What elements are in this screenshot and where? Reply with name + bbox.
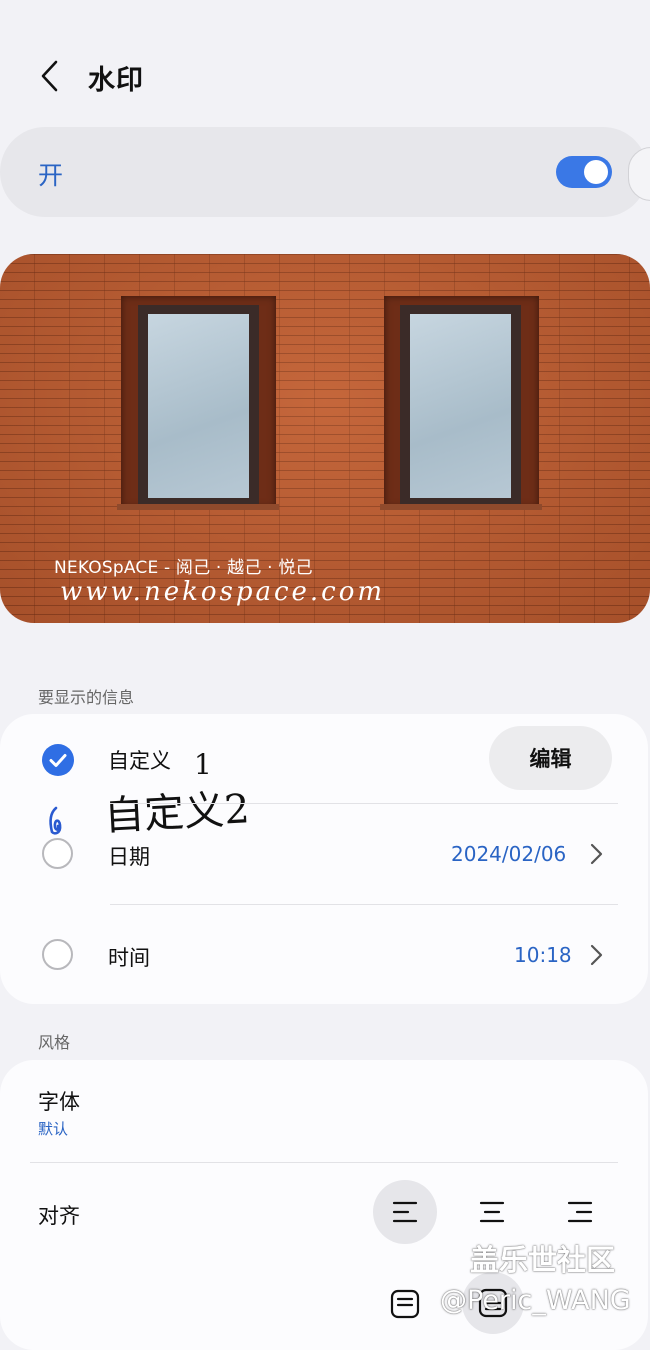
time-radio[interactable] [42,939,73,970]
align-label: 对齐 [38,1204,80,1228]
custom-label: 自定义 [108,749,171,773]
row-divider [30,1162,618,1163]
date-value[interactable]: 2024/02/06 [451,842,566,866]
align-left-button[interactable] [373,1180,437,1244]
right-window-glass [410,314,511,498]
author-watermark: @Peric_WANG [440,1285,631,1316]
switch-knob [584,160,608,184]
time-chevron-right-icon[interactable] [586,943,606,967]
pen-stroke-icon [46,806,66,840]
left-window-glass [148,314,249,498]
align-center-icon [479,1201,505,1223]
info-section-title: 要显示的信息 [38,688,135,707]
time-label: 时间 [108,946,150,970]
font-value: 默认 [38,1120,69,1138]
align-right-button[interactable] [548,1180,612,1244]
left-window-sill [117,504,279,510]
position-top-icon [390,1289,420,1319]
toggle-label: 开 [38,161,64,190]
edit-button[interactable]: 编辑 [489,726,612,790]
page-title: 水印 [88,65,144,96]
handwritten-note: 自定义2 [103,786,251,840]
date-chevron-right-icon[interactable] [586,842,606,866]
right-window-sill [380,504,542,510]
back-button[interactable] [28,52,72,100]
checkmark-icon [49,754,67,767]
date-radio[interactable] [42,838,73,869]
font-setting[interactable]: 字体 [38,1086,80,1116]
forum-watermark: 盖乐世社区 [470,1243,616,1277]
handwritten-digit-1: 1 [194,748,212,781]
position-top-button[interactable] [381,1280,429,1328]
watermark-toggle-card[interactable] [0,127,648,217]
watermark-text-line2: www.nekospace.com [60,577,386,607]
style-section-title: 风格 [38,1033,71,1052]
custom-checkbox[interactable] [42,744,74,776]
row-divider [110,904,618,905]
watermark-text-line1: NEKOSpACE - 阅己 · 越己 · 悦己 [54,558,313,578]
date-label: 日期 [108,845,150,869]
align-center-button[interactable] [460,1180,524,1244]
time-value[interactable]: 10:18 [514,943,572,967]
row-divider [110,803,618,804]
align-left-icon [392,1201,418,1223]
chevron-left-icon [41,60,58,92]
align-right-icon [567,1201,593,1223]
